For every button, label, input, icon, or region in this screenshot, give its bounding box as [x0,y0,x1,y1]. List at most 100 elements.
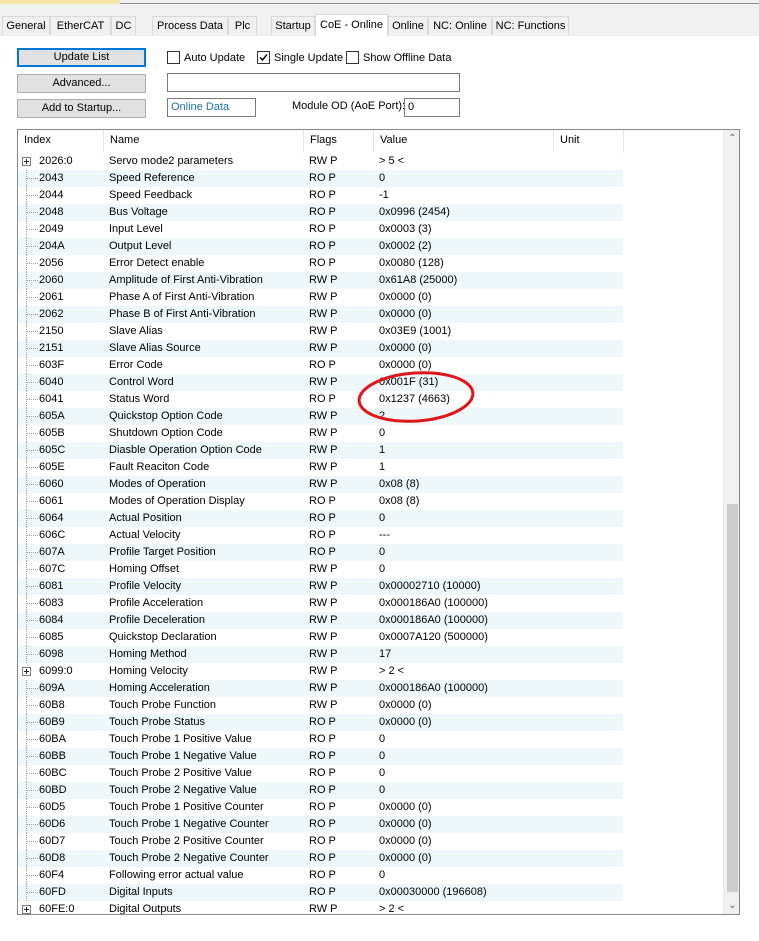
column-header-unit[interactable]: Unit [554,130,624,153]
tab-startup[interactable]: Startup [271,16,315,35]
add-to-startup-button[interactable]: Add to Startup... [17,99,146,118]
tab-coe-online[interactable]: CoE - Online [315,14,388,37]
table-row[interactable]: 60D6 Touch Probe 1 Negative Counter RO P 0x… [18,816,723,833]
cell-unit [554,238,624,255]
tab-online[interactable]: Online [388,16,428,35]
single-update-checkbox[interactable]: Single Update [257,50,347,66]
tab-nc-online[interactable]: NC: Online [428,16,492,35]
cell-flags: RW P [309,478,338,490]
list-header: Index Name Flags Value Unit [18,130,723,153]
cell-name: Fault Reaciton Code [109,461,210,473]
table-row[interactable]: 60B9 Touch Probe Status RO P 0x0000 (0) [18,714,723,731]
tree-line [27,654,38,656]
table-row[interactable]: 6084 Profile Deceleration RW P 0x000186A0 (… [18,612,723,629]
cell-name: Touch Probe 1 Negative Value [109,750,257,762]
table-row[interactable]: 6098 Homing Method RW P 17 [18,646,723,663]
table-row[interactable]: 60D5 Touch Probe 1 Positive Counter RO P 0x… [18,799,723,816]
table-row[interactable]: 2044 Speed Feedback RO P -1 [18,187,723,204]
table-row[interactable]: 6061 Modes of Operation Display RO P 0x08 (… [18,493,723,510]
table-row[interactable]: 605E Fault Reaciton Code RW P1 [18,459,723,476]
table-row[interactable]: 609A Homing Acceleration RW P 0x000186A0 (1… [18,680,723,697]
table-row[interactable]: 204A Output Level RO P 0x0002 (2) [18,238,723,255]
cell-value: 0x000186A0 (100000) [379,597,488,609]
tab-general[interactable]: General [2,16,50,35]
tab-plc[interactable]: Plc [228,16,257,35]
table-row[interactable]: 2026:0 Servo mode2 parameters RW P > 5 < [18,153,723,170]
table-row[interactable]: 60D7 Touch Probe 2 Positive Counter RO P 0x… [18,833,723,850]
table-row[interactable]: 60BB Touch Probe 1 Negative Value RO P0 [18,748,723,765]
expand-plus-icon[interactable] [22,905,31,914]
tree-connector[interactable] [18,663,38,680]
tree-connector [18,595,38,612]
auto-update-checkbox[interactable]: Auto Update [167,50,252,66]
table-row[interactable]: 2151 Slave Alias Source RW P 0x0000 (0) [18,340,723,357]
column-header-index[interactable]: Index [18,130,104,153]
table-row[interactable]: 2061 Phase A of First Anti-Vibration RW P0… [18,289,723,306]
show-offline-data-checkbox[interactable]: Show Offline Data [346,50,456,66]
coe-object-list[interactable]: Index Name Flags Value Unit 2026:0 Servo … [17,129,740,915]
table-row[interactable]: 60BD Touch Probe 2 Negative Value RO P0 [18,782,723,799]
expand-plus-icon[interactable] [22,667,31,676]
vertical-scrollbar[interactable]: ⌃ ⌄ [723,130,739,914]
tab-process-data[interactable]: Process Data [152,16,228,35]
module-od-input[interactable]: 0 [404,98,460,117]
table-row[interactable]: 60B8 Touch Probe Function RW P 0x0000 (0) [18,697,723,714]
table-row[interactable]: 2062 Phase B of First Anti-Vibration RW P0… [18,306,723,323]
table-row[interactable]: 6085 Quickstop Declaration RW P 0x0007A120 … [18,629,723,646]
chevron-up-icon[interactable]: ⌃ [724,130,739,147]
tree-connector [18,238,38,255]
table-row[interactable]: 2060 Amplitude of First Anti-Vibration RW … [18,272,723,289]
table-row[interactable]: 606C Actual Velocity RO P --- [18,527,723,544]
column-header-name[interactable]: Name [104,130,304,153]
table-row[interactable]: 60FD Digital Inputs RO P 0x00030000 (196608… [18,884,723,901]
table-row[interactable]: 605C Diasble Operation Option Code RW P1 [18,442,723,459]
table-row[interactable]: 6041 Status Word RO P 0x1237 (4663) [18,391,723,408]
expand-plus-icon[interactable] [22,157,31,166]
update-list-button[interactable]: Update List [17,48,146,67]
tab-ethercat[interactable]: EtherCAT [50,16,111,35]
table-row[interactable]: 6060 Modes of Operation RW P 0x08 (8) [18,476,723,493]
cell-value: 0 [379,767,386,779]
cell-value: 1 [379,444,386,456]
tree-connector [18,306,38,323]
table-row[interactable]: 2056 Error Detect enable RO P 0x0080 (128) [18,255,723,272]
table-row[interactable]: 2048 Bus Voltage RO P 0x0996 (2454) [18,204,723,221]
table-row[interactable]: 60D8 Touch Probe 2 Negative Counter RO P 0x… [18,850,723,867]
table-row[interactable]: 2049 Input Level RO P 0x0003 (3) [18,221,723,238]
table-row[interactable]: 2150 Slave Alias RW P 0x03E9 (1001) [18,323,723,340]
text-field[interactable] [167,73,460,92]
cell-name: Control Word [109,376,174,388]
table-row[interactable]: 60FE:0 Digital Outputs RW P > 2 < [18,901,723,914]
tree-connector[interactable] [18,901,38,914]
column-header-flags[interactable]: Flags [304,130,374,153]
table-row[interactable]: 6040 Control Word RW P 0x001F (31) [18,374,723,391]
table-row[interactable]: 605B Shutdown Option Code RW P0 [18,425,723,442]
table-row[interactable]: 2043 Speed Reference RO P0 [18,170,723,187]
cell-unit [554,850,624,867]
cell-unit [554,510,624,527]
chevron-down-icon[interactable]: ⌄ [724,897,739,914]
tree-connector [18,187,38,204]
cell-name: Modes of Operation Display [109,495,245,507]
cell-unit [554,170,624,187]
advanced-button[interactable]: Advanced... [17,74,146,93]
table-row[interactable]: 607A Profile Target Position RO P0 [18,544,723,561]
tab-nc-functions[interactable]: NC: Functions [492,16,569,35]
scrollbar-thumb[interactable] [727,504,738,892]
table-row[interactable]: 605A Quickstop Option Code RW P2 [18,408,723,425]
tab-dc[interactable]: DC [111,16,136,35]
column-header-value[interactable]: Value [374,130,554,153]
tree-line [27,603,38,605]
table-row[interactable]: 6099:0 Homing Velocity RW P > 2 < [18,663,723,680]
table-row[interactable]: 6064 Actual Position RO P0 [18,510,723,527]
cell-unit [554,425,624,442]
table-row[interactable]: 60BC Touch Probe 2 Positive Value RO P0 [18,765,723,782]
tree-connector [18,459,38,476]
table-row[interactable]: 603F Error Code RO P 0x0000 (0) [18,357,723,374]
table-row[interactable]: 60BA Touch Probe 1 Positive Value RO P0 [18,731,723,748]
table-row[interactable]: 60F4 Following error actual value RO P0 [18,867,723,884]
tree-connector[interactable] [18,153,38,170]
table-row[interactable]: 6081 Profile Velocity RW P 0x00002710 (1000… [18,578,723,595]
table-row[interactable]: 6083 Profile Acceleration RW P 0x000186A0 (… [18,595,723,612]
table-row[interactable]: 607C Homing Offset RW P0 [18,561,723,578]
